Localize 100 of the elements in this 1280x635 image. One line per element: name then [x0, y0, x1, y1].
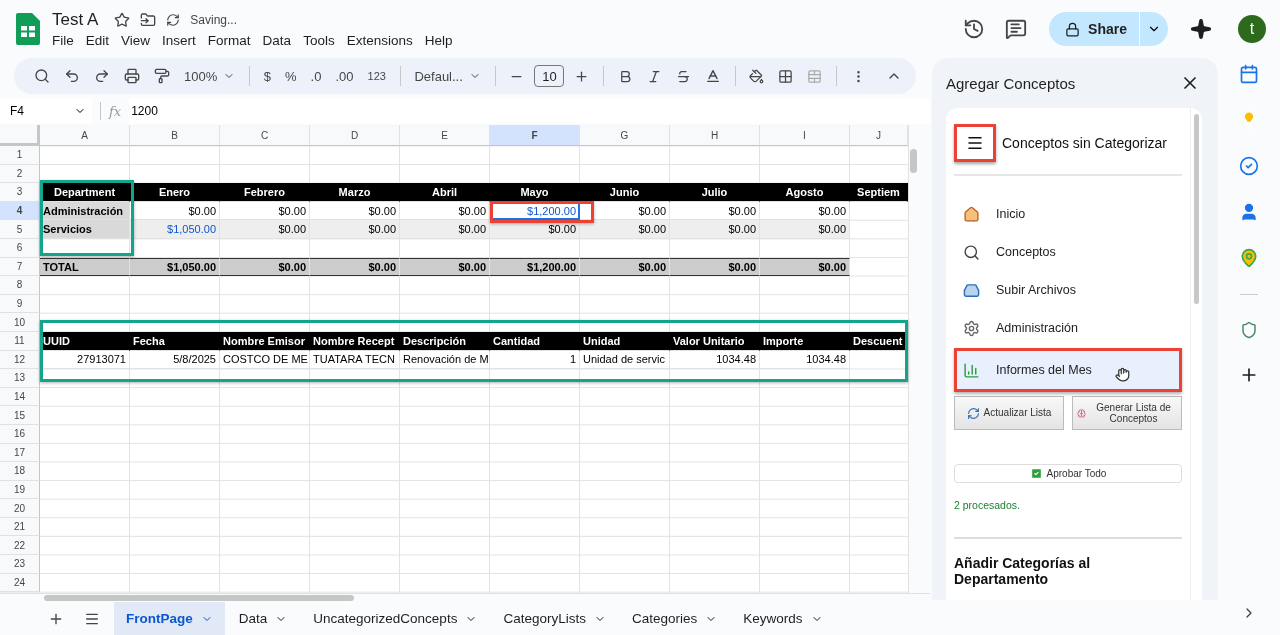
nav-item[interactable]: Inicio: [954, 196, 1182, 232]
spreadsheet-logo[interactable]: [16, 13, 40, 45]
document-title[interactable]: Test A: [52, 9, 99, 30]
row-header[interactable]: 22: [0, 536, 40, 556]
shield-icon[interactable]: [1240, 321, 1258, 339]
table-cell: $1,050.00: [130, 257, 220, 277]
font-dropdown[interactable]: Defaul...: [410, 65, 485, 87]
table-cell: $0.00: [670, 257, 760, 277]
row-header[interactable]: 15: [0, 406, 40, 425]
column-header[interactable]: G: [580, 125, 670, 146]
font-size-field[interactable]: 10: [534, 65, 565, 87]
star-icon[interactable]: [114, 11, 131, 28]
map-pin-icon[interactable]: [1239, 248, 1259, 268]
row-header[interactable]: 1: [0, 146, 40, 165]
scrollbar-thumb[interactable]: [910, 149, 917, 173]
column-header[interactable]: A: [40, 125, 130, 146]
calendar-icon[interactable]: [1239, 64, 1259, 84]
table-cell: Valor Unitario: [670, 331, 760, 351]
column-header[interactable]: F: [490, 125, 580, 146]
approve-all-button[interactable]: Aprobar Todo: [954, 464, 1182, 483]
panel-heading: Conceptos sin Categorizar: [1002, 135, 1167, 151]
nav-item[interactable]: Subir Archivos: [954, 272, 1182, 308]
increase-decimals-button[interactable]: .00: [331, 65, 358, 87]
nav-item[interactable]: Conceptos: [954, 234, 1182, 270]
nav-item[interactable]: Administración: [954, 310, 1182, 346]
row-header[interactable]: 18: [0, 462, 40, 481]
column-header[interactable]: B: [130, 125, 220, 146]
menu-item[interactable]: Insert: [156, 31, 202, 49]
menu-item[interactable]: Edit: [79, 31, 116, 49]
table-cell: Marzo: [310, 183, 400, 202]
sheet-tab[interactable]: Keywords: [731, 602, 835, 635]
column-header[interactable]: D: [310, 125, 400, 146]
magnifier-icon: [963, 243, 980, 261]
menu-icon: [966, 134, 984, 152]
table-cell: Agosto: [760, 183, 850, 202]
table-cell: $0.00: [310, 220, 400, 239]
menu-button[interactable]: [954, 124, 996, 162]
tray-icon: [963, 281, 980, 299]
row-header[interactable]: 13: [0, 369, 40, 388]
menu-item[interactable]: Tools: [297, 31, 341, 49]
row-header[interactable]: 10: [0, 313, 40, 332]
formula-field[interactable]: 1200: [129, 98, 930, 124]
table-cell: Descripción: [400, 331, 490, 351]
table-cell: Cantidad: [490, 331, 580, 351]
sheet-tab[interactable]: UncategorizedConcepts: [301, 602, 490, 635]
table-cell: Abril: [400, 183, 490, 202]
table-cell: $0.00: [580, 220, 670, 239]
sheet-tab[interactable]: Categories: [619, 602, 730, 635]
currency-button[interactable]: $: [259, 65, 276, 87]
row-header[interactable]: 23: [0, 555, 40, 574]
nav-item[interactable]: Informes del Mes: [954, 348, 1182, 392]
decrease-decimals-button[interactable]: .0: [306, 65, 326, 87]
sheet-tab[interactable]: FrontPage: [114, 602, 225, 635]
number-format-button[interactable]: 123: [363, 67, 390, 85]
share-button[interactable]: Share: [1049, 12, 1139, 46]
table-cell: TOTAL: [40, 257, 130, 277]
sync-icon: [166, 12, 181, 27]
row-header[interactable]: 8: [0, 276, 40, 295]
table-cell: $0.00: [760, 257, 850, 277]
table-cell: Septiem: [850, 183, 908, 202]
column-header[interactable]: I: [760, 125, 850, 146]
menu-item[interactable]: Extensions: [340, 31, 419, 49]
column-header[interactable]: J: [850, 125, 908, 146]
menu-item[interactable]: Help: [418, 31, 459, 49]
bar-chart-icon: [963, 361, 980, 379]
row-header[interactable]: 5: [0, 220, 40, 239]
move-folder-icon[interactable]: [140, 11, 157, 28]
table-cell: Servicios: [40, 220, 130, 239]
name-box[interactable]: F4: [0, 98, 92, 124]
sheet-tab[interactable]: Data: [226, 602, 300, 635]
column-header[interactable]: E: [400, 125, 490, 146]
brain-icon: [1077, 406, 1087, 420]
table-cell: Nombre Recept: [310, 331, 400, 351]
table-cell: Fecha: [130, 331, 220, 351]
menu-item[interactable]: Format: [201, 31, 257, 49]
person-icon[interactable]: [1239, 202, 1259, 222]
menu-item[interactable]: File: [46, 31, 80, 49]
task-check-icon[interactable]: [1239, 156, 1259, 176]
table-cell: $0.00: [220, 257, 310, 277]
table-cell: $0.00: [760, 220, 850, 239]
scrollbar-thumb[interactable]: [44, 595, 354, 601]
scrollbar-thumb[interactable]: [1194, 114, 1199, 304]
zoom-dropdown[interactable]: 100%: [180, 65, 240, 87]
lock-icon: [1065, 21, 1081, 37]
action-button[interactable]: Actualizar Lista: [954, 396, 1064, 430]
table-cell: Febrero: [220, 183, 310, 202]
status-message: 2 procesados.: [954, 499, 1021, 511]
action-button[interactable]: Generar Lista de Conceptos: [1072, 396, 1182, 430]
table-cell: $0.00: [580, 257, 670, 277]
column-header[interactable]: C: [220, 125, 310, 146]
menu-item[interactable]: Data: [256, 31, 298, 49]
table-cell: Nombre Emisor: [220, 331, 310, 351]
row-header[interactable]: 20: [0, 499, 40, 518]
account-avatar[interactable]: t: [1238, 15, 1266, 43]
table-cell: Junio: [580, 183, 670, 202]
column-header[interactable]: H: [670, 125, 760, 146]
sheet-tab[interactable]: CategoryLists: [491, 602, 618, 635]
row-header[interactable]: 3: [0, 183, 40, 202]
menu-item[interactable]: View: [115, 31, 157, 49]
percent-button[interactable]: %: [281, 65, 301, 87]
